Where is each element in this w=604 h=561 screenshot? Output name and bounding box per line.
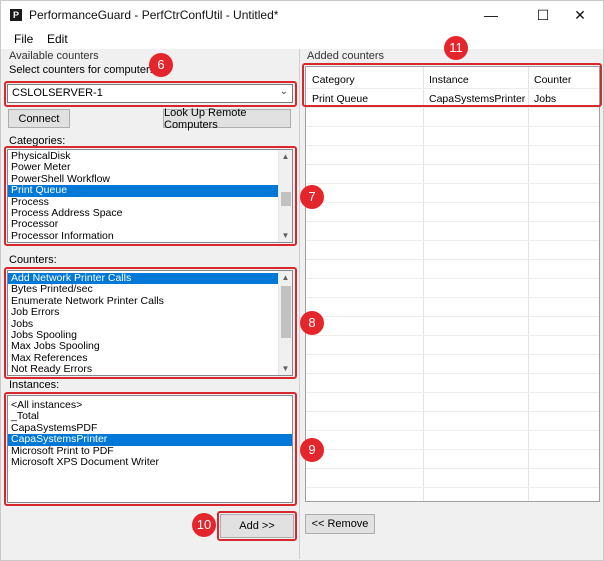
table-cell-category[interactable]: Print Queue bbox=[312, 93, 368, 105]
scroll-down-icon[interactable]: ▼ bbox=[279, 229, 292, 242]
close-button[interactable]: ✕ bbox=[557, 1, 603, 29]
added-counters-label: Added counters bbox=[307, 50, 385, 62]
instances-listbox[interactable]: <All instances> _Total CapaSystemsPDF CapaS… bbox=[7, 395, 293, 503]
grid-row-line bbox=[306, 354, 599, 355]
grid-row-line bbox=[306, 202, 599, 203]
grid-column-divider bbox=[528, 67, 529, 501]
minimize-button[interactable]: — bbox=[468, 1, 514, 29]
grid-row-line bbox=[306, 221, 599, 222]
list-item[interactable]: Processor Information bbox=[8, 230, 292, 242]
grid-row-line bbox=[306, 183, 599, 184]
available-counters-label: Available counters bbox=[9, 50, 99, 62]
categories-listbox[interactable]: PhysicalDisk Power Meter PowerShell Workfl… bbox=[7, 149, 293, 243]
callout-badge-10: 10 bbox=[192, 513, 216, 537]
computer-select[interactable]: CSLOLSERVER-1 ⌄ bbox=[7, 84, 293, 103]
grid-row-line bbox=[306, 107, 599, 108]
scroll-thumb[interactable] bbox=[281, 192, 291, 206]
table-cell-counter[interactable]: Jobs bbox=[534, 93, 556, 105]
list-item[interactable]: Job Errors bbox=[8, 306, 292, 318]
grid-row-line bbox=[306, 164, 599, 165]
grid-row-line bbox=[306, 430, 599, 431]
callout-badge-6: 6 bbox=[149, 53, 173, 77]
counters-rows: Add Network Printer Calls Bytes Printed/s… bbox=[8, 271, 292, 375]
app-icon: P bbox=[10, 9, 22, 21]
grid-row-line bbox=[306, 88, 599, 89]
grid-row-line bbox=[306, 411, 599, 412]
computer-select-value: CSLOLSERVER-1 bbox=[12, 87, 103, 99]
lookup-remote-computers-button[interactable]: Look Up Remote Computers bbox=[163, 107, 291, 131]
list-item[interactable]: Microsoft XPS Document Writer bbox=[8, 456, 292, 468]
categories-label: Categories: bbox=[9, 135, 66, 147]
grid-row-line bbox=[306, 240, 599, 241]
connect-button[interactable]: Connect bbox=[8, 109, 70, 128]
grid-row-line bbox=[306, 145, 599, 146]
app-window: P PerformanceGuard - PerfCtrConfUtil - U… bbox=[0, 0, 604, 561]
add-button[interactable]: Add >> bbox=[220, 514, 294, 538]
scroll-up-icon[interactable]: ▲ bbox=[279, 150, 292, 163]
callout-badge-9: 9 bbox=[300, 438, 324, 462]
menu-bar: File Edit bbox=[1, 29, 603, 49]
grid-row-line bbox=[306, 449, 599, 450]
column-header-counter[interactable]: Counter bbox=[534, 74, 571, 86]
grid-row-line bbox=[306, 487, 599, 488]
maximize-icon: ☐ bbox=[536, 6, 550, 23]
table-cell-instance[interactable]: CapaSystemsPrinter bbox=[429, 93, 525, 105]
remove-button[interactable]: << Remove bbox=[305, 514, 375, 534]
categories-rows: PhysicalDisk Power Meter PowerShell Workfl… bbox=[8, 150, 292, 242]
scroll-up-icon[interactable]: ▲ bbox=[279, 271, 292, 284]
title-bar: P PerformanceGuard - PerfCtrConfUtil - U… bbox=[1, 1, 603, 29]
grid-row-line bbox=[306, 259, 599, 260]
counters-scrollbar[interactable]: ▲ ▼ bbox=[278, 271, 292, 375]
callout-badge-11: 11 bbox=[444, 36, 468, 60]
counters-label: Counters: bbox=[9, 254, 57, 266]
list-item[interactable]: Print Queue bbox=[8, 184, 292, 197]
list-item[interactable]: CapaSystemsPrinter bbox=[8, 433, 292, 446]
column-header-category[interactable]: Category bbox=[312, 74, 355, 86]
grid-row-line bbox=[306, 278, 599, 279]
menu-edit[interactable]: Edit bbox=[47, 32, 68, 46]
scroll-down-icon[interactable]: ▼ bbox=[279, 362, 292, 375]
instances-label: Instances: bbox=[9, 379, 60, 391]
grid-row-line bbox=[306, 297, 599, 298]
callout-badge-7: 7 bbox=[300, 185, 324, 209]
list-item[interactable]: <All instances> bbox=[8, 399, 292, 411]
close-icon: ✕ bbox=[574, 6, 586, 23]
grid-row-line bbox=[306, 373, 599, 374]
chevron-down-icon: ⌄ bbox=[279, 86, 288, 97]
categories-scrollbar[interactable]: ▲ ▼ bbox=[278, 150, 292, 242]
callout-badge-8: 8 bbox=[300, 311, 324, 335]
list-item[interactable]: Not Ready Errors bbox=[8, 363, 292, 375]
added-counters-grid[interactable]: Category Instance Counter Print Queue Ca… bbox=[305, 66, 600, 502]
column-header-instance[interactable]: Instance bbox=[429, 74, 469, 86]
computer-select-label: Select counters for computer: bbox=[9, 64, 153, 76]
grid-row-line bbox=[306, 126, 599, 127]
instances-rows: <All instances> _Total CapaSystemsPDF CapaS… bbox=[8, 396, 292, 468]
grid-row-line bbox=[306, 316, 599, 317]
counters-listbox[interactable]: Add Network Printer Calls Bytes Printed/s… bbox=[7, 270, 293, 376]
window-title: PerformanceGuard - PerfCtrConfUtil - Unt… bbox=[29, 8, 279, 22]
grid-row-line bbox=[306, 392, 599, 393]
grid-row-line bbox=[306, 468, 599, 469]
scroll-thumb[interactable] bbox=[281, 286, 291, 338]
panel-separator bbox=[299, 49, 300, 559]
grid-row-line bbox=[306, 335, 599, 336]
grid-column-divider bbox=[423, 67, 424, 501]
minimize-icon: — bbox=[484, 7, 498, 23]
menu-file[interactable]: File bbox=[14, 32, 33, 46]
